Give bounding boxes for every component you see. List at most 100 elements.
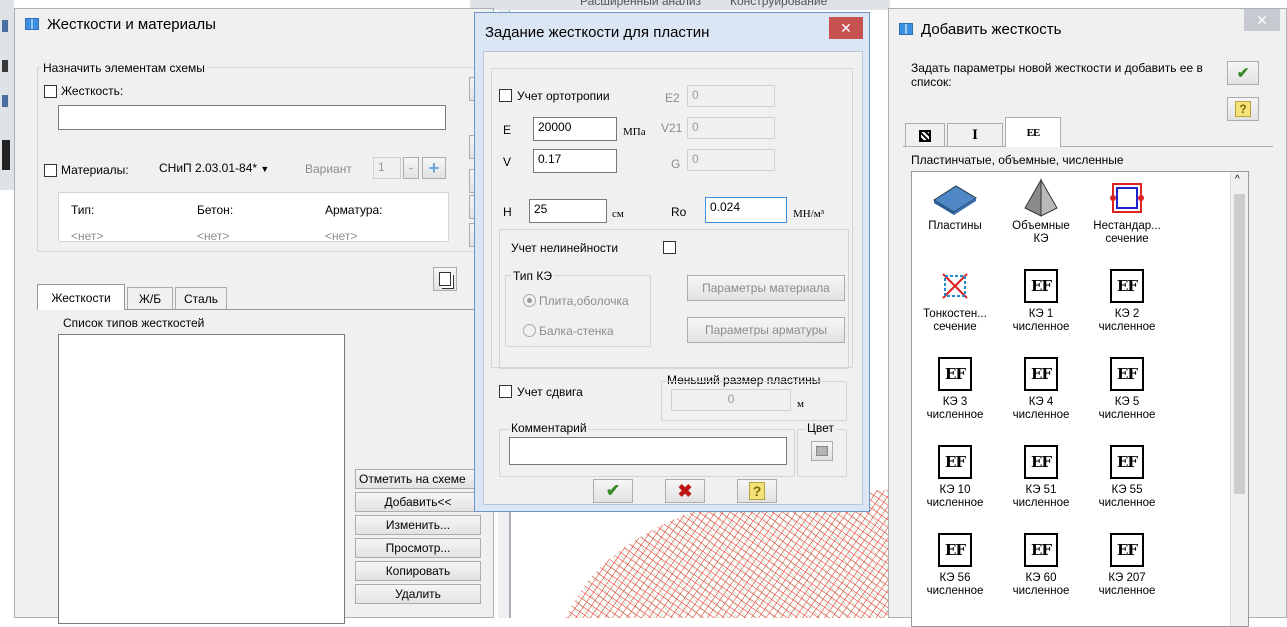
- min-size-input[interactable]: 0: [671, 389, 791, 411]
- item-label-2: численное: [1098, 321, 1156, 333]
- add-material-button[interactable]: +: [422, 157, 446, 179]
- h-input[interactable]: 25: [529, 199, 607, 223]
- item-label-2: КЭ: [1033, 233, 1049, 245]
- gallery-item-custom-section[interactable]: Нестандар... сечение: [1090, 176, 1164, 246]
- tab-stiffness[interactable]: Жесткости: [37, 284, 125, 310]
- gallery-item-volume-fe[interactable]: Объемные КЭ: [1004, 176, 1078, 246]
- item-label-1: Объемные: [1012, 220, 1070, 232]
- view-label: Просмотр...: [385, 541, 451, 555]
- v-input[interactable]: 0.17: [533, 149, 617, 173]
- edit-button[interactable]: Изменить...: [355, 515, 481, 535]
- stiffness-list[interactable]: [58, 334, 345, 624]
- item-label-2: численное: [926, 497, 984, 509]
- help-icon: ?: [1235, 101, 1251, 117]
- v21-input[interactable]: 0: [687, 117, 775, 139]
- ef-icon: EF: [938, 533, 972, 567]
- gallery-item-fe60[interactable]: EF КЭ 60 численное: [1004, 528, 1078, 598]
- g-input[interactable]: 0: [687, 149, 775, 171]
- e2-input[interactable]: 0: [687, 85, 775, 107]
- gallery-item-plates[interactable]: Пластины: [918, 176, 992, 233]
- gallery-item-fe2[interactable]: EF КЭ 2 численное: [1090, 264, 1164, 334]
- copy-icon: [439, 272, 451, 286]
- ok-button[interactable]: ✔: [593, 479, 633, 503]
- ef-icon: EF: [1024, 533, 1058, 567]
- scrollbar-thumb[interactable]: [1234, 194, 1245, 494]
- item-label-2: численное: [926, 409, 984, 421]
- dialog-title: Задание жесткости для пластин: [485, 23, 710, 41]
- orthotropy-checkbox[interactable]: [499, 89, 512, 102]
- cancel-button[interactable]: ✖: [665, 479, 705, 503]
- ro-label: Ro: [671, 205, 687, 219]
- gallery-item-fe4[interactable]: EF КЭ 4 численное: [1004, 352, 1078, 422]
- tab-reinforced-concrete[interactable]: Ж/Б: [127, 287, 173, 309]
- gallery-item-fe56[interactable]: EF КЭ 56 численное: [918, 528, 992, 598]
- v21-label: V21: [661, 121, 683, 135]
- tab-sections[interactable]: [905, 123, 945, 147]
- rebar-params-button[interactable]: Параметры арматуры: [687, 317, 845, 343]
- copy-stiffness-button[interactable]: [433, 267, 457, 291]
- v-label: V: [503, 155, 512, 169]
- add-button[interactable]: Добавить<<: [355, 492, 481, 512]
- gallery-item-fe5[interactable]: EF КЭ 5 численное: [1090, 352, 1164, 422]
- material-params-button[interactable]: Параметры материала: [687, 275, 845, 301]
- stiffness-checkbox[interactable]: [44, 85, 57, 98]
- element-type-gallery[interactable]: ^ Пластины Объемные КЭ Нестандар... сече…: [911, 171, 1249, 627]
- tab-plates-volumes[interactable]: EE: [1005, 117, 1061, 147]
- ef-icon: EF: [1110, 533, 1144, 567]
- shear-checkbox[interactable]: [499, 385, 512, 398]
- item-label-2: численное: [1012, 409, 1070, 421]
- tab-profiles[interactable]: I: [947, 123, 1003, 147]
- min-size-unit: м: [797, 398, 804, 410]
- item-label-2: сечение: [1105, 233, 1149, 245]
- dialog-titlebar: Задание жесткости для пластин: [475, 13, 869, 51]
- norm-dropdown[interactable]: СНиП 2.03.01-84* ▼: [159, 161, 269, 176]
- ro-input[interactable]: 0.024: [705, 197, 787, 223]
- item-label-1: КЭ 1: [1028, 308, 1054, 320]
- gallery-item-fe3[interactable]: EF КЭ 3 численное: [918, 352, 992, 422]
- view-button[interactable]: Просмотр...: [355, 538, 481, 558]
- x-icon: ✖: [677, 480, 693, 501]
- stiffness-label: Жесткость:: [61, 84, 124, 98]
- mark-on-scheme-button[interactable]: Отметить на схеме: [355, 469, 481, 489]
- add-stiffness-close-button[interactable]: ✕: [1244, 9, 1280, 31]
- materials-checkbox[interactable]: [44, 164, 57, 177]
- radio-beam[interactable]: [523, 324, 536, 337]
- nonlinear-label: Учет нелинейности: [511, 241, 619, 255]
- variant-spinner[interactable]: ÷: [403, 157, 419, 179]
- variant-input[interactable]: 1: [373, 157, 401, 179]
- copy-button[interactable]: Копировать: [355, 561, 481, 581]
- dialog-close-button[interactable]: ✕: [829, 17, 863, 39]
- tab-stiffness-label: Жесткости: [51, 290, 111, 305]
- tab-content-border: [903, 146, 1273, 147]
- gallery-item-fe207[interactable]: EF КЭ 207 численное: [1090, 528, 1164, 598]
- gallery-item-fe10[interactable]: EF КЭ 10 численное: [918, 440, 992, 510]
- materials-table: [58, 192, 449, 242]
- gallery-item-fe51[interactable]: EF КЭ 51 численное: [1004, 440, 1078, 510]
- delete-button[interactable]: Удалить: [355, 584, 481, 604]
- tab-steel[interactable]: Сталь: [175, 287, 227, 309]
- apply-button[interactable]: ✔: [1227, 61, 1259, 85]
- gallery-item-fe1[interactable]: EF КЭ 1 численное: [1004, 264, 1078, 334]
- gallery-scrollbar[interactable]: ^: [1230, 172, 1248, 626]
- category-label: Пластинчатые, объемные, численные: [911, 153, 1124, 167]
- item-label-2: численное: [1098, 409, 1156, 421]
- radio-plate[interactable]: [523, 294, 536, 307]
- color-swatch-button[interactable]: [811, 441, 833, 461]
- help-button[interactable]: ?: [737, 479, 777, 503]
- ef-icon: EF: [1110, 445, 1144, 479]
- item-label-1: КЭ 51: [1025, 484, 1057, 496]
- item-label-1: Пластины: [928, 220, 982, 232]
- ef-icon: EF: [938, 445, 972, 479]
- e-input[interactable]: 20000: [533, 117, 617, 141]
- item-label-2: численное: [1012, 585, 1070, 597]
- chevron-down-icon: ▼: [260, 164, 270, 174]
- nonlinear-checkbox[interactable]: [663, 241, 676, 254]
- gallery-item-fe55[interactable]: EF КЭ 55 численное: [1090, 440, 1164, 510]
- stiffness-input[interactable]: [58, 105, 446, 130]
- scroll-up-icon[interactable]: ^: [1235, 174, 1240, 185]
- col-rebar-header: Арматура:: [325, 203, 383, 217]
- help-button[interactable]: ?: [1227, 97, 1259, 121]
- gallery-item-thin-wall[interactable]: Тонкостен... сечение: [918, 264, 992, 334]
- window-app-icon: [899, 23, 913, 35]
- comment-input[interactable]: [509, 437, 787, 465]
